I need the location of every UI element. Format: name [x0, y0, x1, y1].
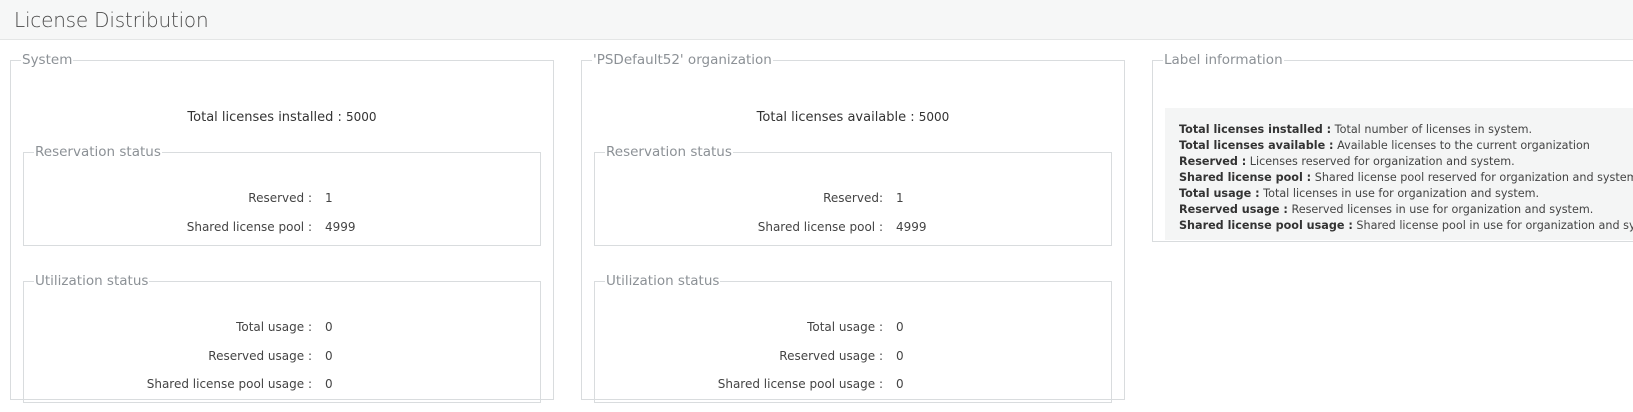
- info-desc: Shared license pool reserved for organiz…: [1311, 171, 1633, 184]
- info-item-total-installed: Total licenses installed : Total number …: [1179, 122, 1633, 138]
- info-term: Total licenses installed :: [1179, 123, 1332, 136]
- info-item-shared-pool: Shared license pool : Shared license poo…: [1179, 170, 1633, 186]
- system-shared-pool-value: 4999: [325, 220, 356, 234]
- organization-panel: 'PSDefault52' organization Total license…: [581, 52, 1125, 403]
- system-reserved-usage-row: Reserved usage : 0: [24, 348, 540, 364]
- org-shared-pool-usage-label: Shared license pool usage :: [717, 377, 883, 391]
- info-desc: Total licenses in use for organization a…: [1259, 187, 1540, 200]
- system-utilization-status: Utilization status Total usage : 0 Reser…: [23, 273, 541, 403]
- org-shared-pool-label: Shared license pool :: [757, 220, 883, 234]
- org-shared-pool-usage-row: Shared license pool usage : 0: [595, 376, 1111, 392]
- info-item-reserved: Reserved : Licenses reserved for organiz…: [1179, 154, 1633, 170]
- label-information-panel: Label information Total licenses install…: [1152, 52, 1633, 242]
- system-panel: System Total licenses installed : 5000 R…: [10, 52, 554, 403]
- info-desc: Shared license pool in use for organizat…: [1356, 219, 1633, 232]
- system-reserved-label: Reserved :: [248, 191, 312, 205]
- system-utilization-legend: Utilization status: [35, 273, 149, 289]
- info-desc: Available licenses to the current organi…: [1333, 139, 1590, 152]
- org-reservation-status: Reservation status Reserved: 1 Shared li…: [594, 144, 1112, 246]
- info-desc: Licenses reserved for organization and s…: [1246, 155, 1515, 168]
- system-shared-pool-label: Shared license pool :: [186, 220, 312, 234]
- system-reservation-status: Reservation status Reserved : 1 Shared l…: [23, 144, 541, 246]
- system-total-usage-value: 0: [325, 320, 333, 334]
- system-reserved-row: Reserved : 1: [24, 190, 540, 206]
- system-total-usage-row: Total usage : 0: [24, 319, 540, 335]
- info-desc: Reserved licenses in use for organizatio…: [1287, 203, 1594, 216]
- info-item-total-usage: Total usage : Total licenses in use for …: [1179, 186, 1633, 202]
- org-utilization-legend: Utilization status: [606, 273, 720, 289]
- org-total-usage-label: Total usage :: [807, 320, 883, 334]
- total-licenses-available-value: 5000: [918, 110, 950, 124]
- info-item-reserved-usage: Reserved usage : Reserved licenses in us…: [1179, 202, 1633, 218]
- total-licenses-installed-label: Total licenses installed :: [187, 110, 347, 125]
- system-shared-pool-usage-label: Shared license pool usage :: [146, 377, 312, 391]
- system-reserved-usage-value: 0: [325, 349, 333, 363]
- info-term: Total licenses available :: [1179, 139, 1334, 152]
- org-shared-pool-row: Shared license pool : 4999: [595, 219, 1111, 235]
- info-term: Shared license pool :: [1179, 171, 1312, 184]
- label-information-legend: Label information: [1164, 52, 1283, 68]
- system-shared-pool-usage-value: 0: [325, 377, 333, 391]
- system-total-usage-label: Total usage :: [236, 320, 312, 334]
- page-header: License Distribution: [0, 0, 1633, 40]
- org-reserved-usage-value: 0: [896, 349, 904, 363]
- total-licenses-available-label: Total licenses available :: [756, 110, 919, 125]
- org-utilization-status: Utilization status Total usage : 0 Reser…: [594, 273, 1112, 403]
- org-reserved-usage-row: Reserved usage : 0: [595, 348, 1111, 364]
- org-reserved-label: Reserved:: [823, 191, 883, 205]
- system-reserved-value: 1: [325, 191, 333, 205]
- org-shared-pool-value: 4999: [896, 220, 927, 234]
- total-licenses-installed: Total licenses installed : 5000: [11, 110, 553, 125]
- system-panel-legend: System: [22, 52, 73, 68]
- info-term: Reserved :: [1179, 155, 1247, 168]
- info-term: Reserved usage :: [1179, 203, 1288, 216]
- system-reservation-legend: Reservation status: [35, 144, 161, 160]
- org-reserved-usage-label: Reserved usage :: [779, 349, 883, 363]
- system-shared-pool-usage-row: Shared license pool usage : 0: [24, 376, 540, 392]
- page-title: License Distribution: [14, 8, 209, 32]
- info-item-total-available: Total licenses available : Available lic…: [1179, 138, 1633, 154]
- org-reserved-value: 1: [896, 191, 904, 205]
- org-reserved-row: Reserved: 1: [595, 190, 1111, 206]
- info-item-shared-pool-usage: Shared license pool usage : Shared licen…: [1179, 218, 1633, 234]
- org-total-usage-value: 0: [896, 320, 904, 334]
- info-term: Total usage :: [1179, 187, 1260, 200]
- system-shared-pool-row: Shared license pool : 4999: [24, 219, 540, 235]
- total-licenses-available: Total licenses available : 5000: [582, 110, 1124, 125]
- org-shared-pool-usage-value: 0: [896, 377, 904, 391]
- total-licenses-installed-value: 5000: [346, 110, 377, 124]
- system-reserved-usage-label: Reserved usage :: [208, 349, 312, 363]
- organization-panel-legend: 'PSDefault52' organization: [593, 52, 772, 68]
- label-information-box: Total licenses installed : Total number …: [1165, 108, 1633, 240]
- info-term: Shared license pool usage :: [1179, 219, 1353, 232]
- org-total-usage-row: Total usage : 0: [595, 319, 1111, 335]
- org-reservation-legend: Reservation status: [606, 144, 732, 160]
- info-desc: Total number of licenses in system.: [1331, 123, 1533, 136]
